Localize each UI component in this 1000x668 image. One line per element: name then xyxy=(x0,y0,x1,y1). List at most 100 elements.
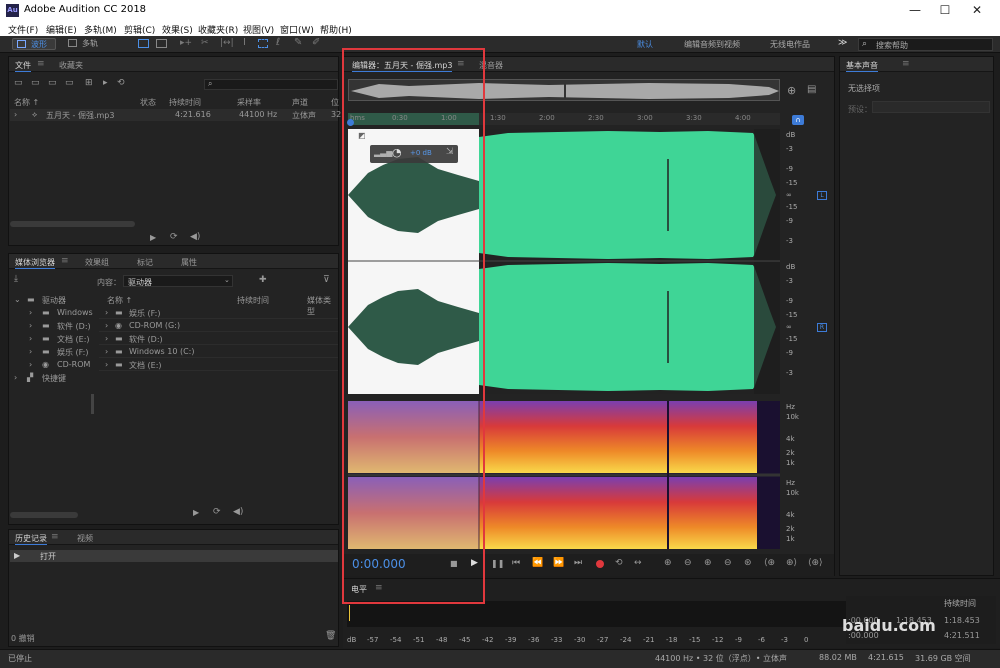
zoom-out-point-icon[interactable]: ⊕⟩ xyxy=(786,558,797,568)
menu-window[interactable]: 窗口(W) xyxy=(280,23,314,36)
zoom-out-full-icon[interactable]: ⊛ xyxy=(744,558,752,568)
zoom-in-point-icon[interactable]: ⟨⊕ xyxy=(764,558,775,568)
skip-selection-button[interactable]: ↔ xyxy=(634,558,642,568)
tree-expand-icon[interactable]: › xyxy=(29,360,32,369)
marquee-tool-icon[interactable] xyxy=(258,39,268,48)
waveform-display[interactable]: ▂▃▅ ◔ +0 dB ⇲ ◩ xyxy=(348,129,780,394)
tab-properties[interactable]: 属性 xyxy=(181,257,197,268)
playhead-handle[interactable] xyxy=(347,119,354,126)
current-time[interactable]: 0:00.000 xyxy=(352,557,406,571)
column-name[interactable]: 名称 ↑ xyxy=(107,295,132,306)
loop-icon[interactable]: ⟳ xyxy=(170,232,178,242)
workspace-radio[interactable]: 无线电作品 xyxy=(770,39,810,50)
left-channel-toggle[interactable]: L xyxy=(817,191,827,200)
history-item[interactable]: ▶ 打开 xyxy=(10,550,338,562)
lasso-tool-icon[interactable]: ℓ xyxy=(276,37,280,48)
close-file-icon[interactable]: ▭ xyxy=(65,78,74,88)
spectral-display[interactable] xyxy=(348,401,780,549)
autoplay-icon[interactable]: ▸ xyxy=(103,78,108,88)
download-icon[interactable]: ⤓ xyxy=(14,274,18,284)
tree-item[interactable]: CD-ROM xyxy=(57,360,90,369)
tree-item[interactable]: 娱乐 (F:) xyxy=(57,347,88,358)
go-to-start-button[interactable]: ⏮ xyxy=(512,558,520,568)
trash-icon[interactable]: 🗑 xyxy=(325,631,336,641)
hud-volume[interactable]: ▂▃▅ ◔ +0 dB ⇲ xyxy=(370,145,458,163)
selection-duration[interactable]: 1:18.453 xyxy=(944,616,980,625)
zoom-out-amplitude-icon[interactable]: ⊖ xyxy=(684,558,692,568)
list-item[interactable]: › ◉ CD-ROM (G:) xyxy=(99,320,338,332)
tree-expand-icon[interactable]: › xyxy=(14,373,17,382)
zoom-in-amplitude-icon[interactable]: ⊕ xyxy=(664,558,672,568)
minimize-button[interactable]: — xyxy=(900,2,930,18)
preset-select[interactable] xyxy=(872,101,990,113)
horizontal-scrollbar[interactable] xyxy=(10,512,78,518)
time-selection-tool-icon[interactable]: I xyxy=(243,37,246,48)
zoom-out-time-icon[interactable]: ⊖ xyxy=(724,558,732,568)
tab-files[interactable]: 文件 xyxy=(15,60,31,72)
spectral-display-icon[interactable] xyxy=(138,39,149,48)
zoom-navigator-icon[interactable]: ⊕ xyxy=(787,84,796,97)
rewind-button[interactable]: ⏪ xyxy=(532,558,543,568)
list-item[interactable]: › ▬ 娱乐 (F:) xyxy=(99,307,338,319)
expand-icon[interactable]: › xyxy=(14,110,17,119)
tab-history[interactable]: 历史记录 xyxy=(15,533,47,545)
tree-item[interactable]: 文档 (E:) xyxy=(57,334,90,345)
workspace-edit-video[interactable]: 编辑音频到视频 xyxy=(684,39,740,50)
pin-icon[interactable]: ⇲ xyxy=(446,147,454,157)
files-search-input[interactable]: ⌕ xyxy=(204,79,338,90)
loop-preview-icon[interactable]: ⟲ xyxy=(117,78,125,88)
play-button[interactable]: ▶ xyxy=(471,558,478,568)
tab-media-browser[interactable]: 媒体浏览器 xyxy=(15,257,55,269)
envelope-corner-icon[interactable]: ◩ xyxy=(358,131,366,140)
razor-tool-icon[interactable]: ✂ xyxy=(201,38,209,48)
add-shortcut-icon[interactable]: ✚ xyxy=(259,275,267,285)
headphones-icon[interactable]: ∩ xyxy=(792,115,804,125)
tab-mixer[interactable]: 混音器 xyxy=(479,60,503,71)
tab-effects-rack[interactable]: 效果组 xyxy=(85,257,109,268)
pause-button[interactable]: ❚❚ xyxy=(491,559,504,568)
zoom-selection-icon[interactable]: ⟨⊕⟩ xyxy=(808,558,823,568)
multitrack-mode-button[interactable]: 多轨 xyxy=(64,38,108,50)
menu-effects[interactable]: 效果(S) xyxy=(162,23,193,36)
list-item[interactable]: › ▬ Windows 10 (C:) xyxy=(99,346,338,358)
workspace-default[interactable]: 默认 xyxy=(637,39,653,50)
list-item[interactable]: › ▬ 软件 (D:) xyxy=(99,333,338,345)
play-preview-icon[interactable]: ▶ xyxy=(150,233,156,242)
column-sample-rate[interactable]: 采样率 xyxy=(237,97,261,108)
help-search-input[interactable]: ⌕ 搜索帮助 xyxy=(858,38,993,51)
menu-view[interactable]: 视图(V) xyxy=(243,23,274,36)
right-channel-toggle[interactable]: R xyxy=(817,323,827,332)
splitter-handle[interactable] xyxy=(91,394,94,414)
view-duration[interactable]: 4:21.511 xyxy=(944,631,980,640)
column-status[interactable]: 状态 xyxy=(140,97,156,108)
tree-expand-icon[interactable]: › xyxy=(29,334,32,343)
play-preview-icon[interactable]: ▶ xyxy=(193,508,199,517)
new-file-icon[interactable]: ▭ xyxy=(48,78,57,88)
list-item[interactable]: › ▬ 文档 (E:) xyxy=(99,359,338,371)
stop-button[interactable]: ■ xyxy=(450,559,458,568)
insert-multitrack-icon[interactable]: ⊞ xyxy=(85,78,93,88)
shortcuts-item[interactable]: 快捷键 xyxy=(42,373,66,384)
overview-toggle-icon[interactable]: ▤ xyxy=(807,84,816,95)
tree-item[interactable]: 软件 (D:) xyxy=(57,321,91,332)
tree-expand-icon[interactable]: › xyxy=(29,321,32,330)
close-button[interactable]: ✕ xyxy=(962,2,992,18)
loop-icon[interactable]: ⟳ xyxy=(213,507,221,517)
tab-video[interactable]: 视频 xyxy=(77,533,93,544)
volume-icon[interactable]: ◀) xyxy=(190,232,200,242)
tab-markers[interactable]: 标记 xyxy=(137,257,153,268)
panel-menu-icon[interactable]: ≡ xyxy=(61,256,69,266)
menu-favorites[interactable]: 收藏夹(R) xyxy=(198,23,238,36)
time-ruler[interactable]: hms 0:30 1:00 1:30 2:00 2:30 3:00 3:30 4… xyxy=(348,113,780,125)
loop-playback-button[interactable]: ⟲ xyxy=(615,558,623,568)
column-name[interactable]: 名称 ↑ xyxy=(14,97,39,108)
maximize-button[interactable]: ☐ xyxy=(930,2,960,18)
slip-tool-icon[interactable]: |↔| xyxy=(220,38,234,48)
tree-expand-icon[interactable]: › xyxy=(29,308,32,317)
volume-icon[interactable]: ◀) xyxy=(233,507,243,517)
column-channels[interactable]: 声道 xyxy=(292,97,308,108)
tree-item[interactable]: Windows xyxy=(57,308,93,317)
volume-knob-icon[interactable]: ◔ xyxy=(392,146,402,159)
tab-favorites[interactable]: 收藏夹 xyxy=(59,60,83,71)
spot-healing-tool-icon[interactable]: ✐ xyxy=(312,37,320,48)
